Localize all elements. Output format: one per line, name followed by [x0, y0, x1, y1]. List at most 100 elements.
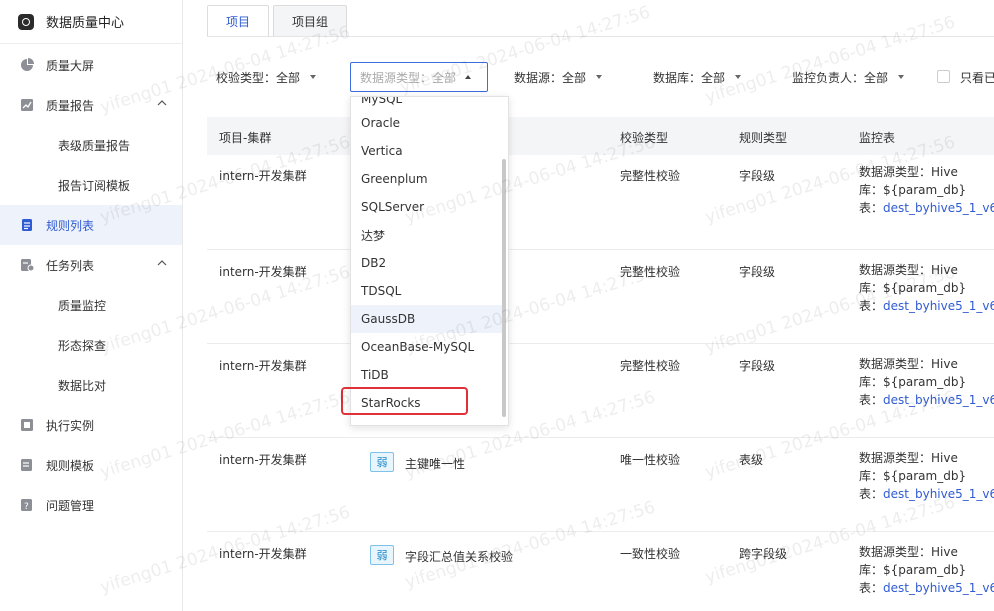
datasource-type-dropdown: MySQL Oracle Vertica Greenplum SQLServer… [350, 96, 509, 426]
chevron-up-icon[interactable] [156, 97, 168, 109]
caret-down-icon [310, 75, 317, 79]
project-tabs: 项目 项目组 [207, 5, 351, 37]
dropdown-option-greenplum[interactable]: Greenplum [351, 165, 503, 193]
datasource-type-placeholder: 数据源类型：全部 [360, 70, 457, 85]
datasource-filter[interactable]: 数据源：全部 [514, 70, 603, 85]
document-list-icon [20, 218, 34, 232]
column-header-rule-type: 规则类型 [739, 131, 788, 145]
caret-down-icon [596, 75, 603, 79]
dropdown-scrollbar[interactable] [502, 159, 506, 417]
owner-filter-label: 监控负责人：全部 [792, 70, 889, 85]
project-cluster-cell: intern-开发集群 [219, 265, 307, 279]
sidebar-item-rule-list[interactable]: 规则列表 [0, 205, 182, 245]
sidebar-item-label: 质量大屏 [46, 58, 95, 73]
sidebar-item-task-list[interactable]: 任务列表 [0, 245, 182, 285]
table-prefix: 表： [859, 201, 884, 215]
sidebar-item-label: 问题管理 [46, 498, 95, 513]
sidebar-item-report-subscription-template[interactable]: 报告订阅模板 [0, 165, 182, 205]
row-divider [207, 249, 994, 250]
check-type-cell: 完整性校验 [620, 265, 681, 279]
tab-project[interactable]: 项目 [207, 5, 270, 37]
database-filter[interactable]: 数据库：全部 [653, 70, 742, 85]
table-link[interactable]: dest_byhive5_1_v60 [883, 393, 994, 407]
datasource-type-text: 数据源类型：Hive [859, 451, 958, 465]
monitor-table-cell: 数据源类型：Hive 库：${param_db} 表：dest_byhive5_… [859, 355, 994, 409]
dropdown-option-dameng[interactable]: 达梦 [351, 221, 503, 249]
svg-text:?: ? [24, 502, 29, 512]
sidebar-item-label: 表级质量报告 [58, 138, 131, 153]
datasource-filter-label: 数据源：全部 [514, 70, 587, 85]
brand: 数据质量中心 [0, 0, 182, 44]
sidebar-item-quality-monitor[interactable]: 质量监控 [0, 285, 182, 325]
monitor-table-cell: 数据源类型：Hive 库：${param_db} 表：dest_byhive5_… [859, 261, 994, 315]
database-text: 库：${param_db} [859, 375, 967, 389]
rule-type-cell: 跨字段级 [739, 547, 788, 561]
rule-name-cell[interactable]: 字段汇总值关系校验 [405, 548, 513, 565]
table-prefix: 表： [859, 487, 884, 501]
dropdown-option-oceanbase-mysql[interactable]: OceanBase-MySQL [351, 333, 503, 361]
pie-chart-icon [20, 58, 34, 72]
instance-icon [20, 418, 34, 432]
dropdown-option-vertica[interactable]: Vertica [351, 137, 503, 165]
owner-filter[interactable]: 监控负责人：全部 [792, 70, 905, 85]
only-mine-label: 只看已 [960, 71, 994, 85]
template-icon [20, 458, 34, 472]
table-link[interactable]: dest_byhive5_1_v60 [883, 581, 994, 595]
table-prefix: 表： [859, 581, 884, 595]
check-type-filter[interactable]: 校验类型：全部 [216, 70, 317, 85]
datasource-type-select[interactable]: 数据源类型：全部 [350, 62, 488, 92]
sidebar-item-issue-management[interactable]: ? 问题管理 [0, 485, 182, 525]
sidebar-item-rule-template[interactable]: 规则模板 [0, 445, 182, 485]
column-header-monitor-table: 监控表 [859, 131, 896, 145]
sidebar-item-table-quality-report[interactable]: 表级质量报告 [0, 125, 182, 165]
brand-title: 数据质量中心 [46, 16, 125, 31]
project-cluster-cell: intern-开发集群 [219, 169, 307, 183]
row-divider [207, 343, 994, 344]
check-type-cell: 唯一性校验 [620, 453, 681, 467]
caret-up-icon [465, 75, 471, 79]
dropdown-option-sqlserver[interactable]: SQLServer [351, 193, 503, 221]
sidebar-item-label: 质量报告 [46, 98, 95, 113]
dropdown-option-gaussdb[interactable]: GaussDB [351, 305, 503, 333]
monitor-table-cell: 数据源类型：Hive 库：${param_db} 表：dest_byhive5_… [859, 163, 994, 217]
sidebar-item-label: 规则模板 [46, 458, 95, 473]
sidebar-item-quality-report[interactable]: 质量报告 [0, 85, 182, 125]
check-type-cell: 一致性校验 [620, 547, 681, 561]
sidebar-item-data-compare[interactable]: 数据比对 [0, 365, 182, 405]
project-cluster-cell: intern-开发集群 [219, 359, 307, 373]
project-cluster-cell: intern-开发集群 [219, 547, 307, 561]
sidebar-item-execution-instance[interactable]: 执行实例 [0, 405, 182, 445]
report-chart-icon [20, 98, 34, 112]
datasource-type-text: 数据源类型：Hive [859, 357, 958, 371]
only-mine-checkbox[interactable] [937, 70, 950, 83]
table-link[interactable]: dest_byhive5_1_v60 [883, 487, 994, 501]
table-link[interactable]: dest_byhive5_1_v60 [883, 299, 994, 313]
chevron-up-icon[interactable] [156, 257, 168, 269]
project-cluster-cell: intern-开发集群 [219, 453, 307, 467]
table-link[interactable]: dest_byhive5_1_v60 [883, 201, 994, 215]
dropdown-option-oracle[interactable]: Oracle [351, 109, 503, 137]
table-prefix: 表： [859, 299, 884, 313]
dropdown-option-tdsql[interactable]: TDSQL [351, 277, 503, 305]
rule-name-cell[interactable]: 主键唯一性 [405, 455, 465, 472]
row-divider [207, 437, 994, 438]
watermark-text: yifeng01 2024-06-04 14:27:56 [702, 12, 958, 108]
sidebar-item-profile-explore[interactable]: 形态探查 [0, 325, 182, 365]
sidebar-item-quality-dashboard[interactable]: 质量大屏 [0, 45, 182, 85]
sidebar-item-label: 任务列表 [46, 258, 95, 273]
sidebar-item-label: 执行实例 [46, 418, 95, 433]
database-text: 库：${param_db} [859, 183, 967, 197]
sidebar: 数据质量中心 质量大屏 质量报告 表级质量报告 报告订阅模板 规则列表 任务列表… [0, 0, 183, 611]
task-list-icon [20, 258, 34, 272]
column-header-check-type: 校验类型 [620, 131, 669, 145]
check-type-cell: 完整性校验 [620, 169, 681, 183]
dropdown-option-tidb[interactable]: TiDB [351, 361, 503, 389]
dropdown-option-db2[interactable]: DB2 [351, 249, 503, 277]
rule-type-cell: 字段级 [739, 265, 776, 279]
column-header-project-cluster: 项目-集群 [219, 131, 272, 145]
sidebar-item-label: 数据比对 [58, 378, 107, 393]
tab-project-group[interactable]: 项目组 [273, 5, 348, 37]
rule-type-cell: 字段级 [739, 359, 776, 373]
check-type-filter-label: 校验类型：全部 [216, 70, 301, 85]
datasource-type-text: 数据源类型：Hive [859, 165, 958, 179]
